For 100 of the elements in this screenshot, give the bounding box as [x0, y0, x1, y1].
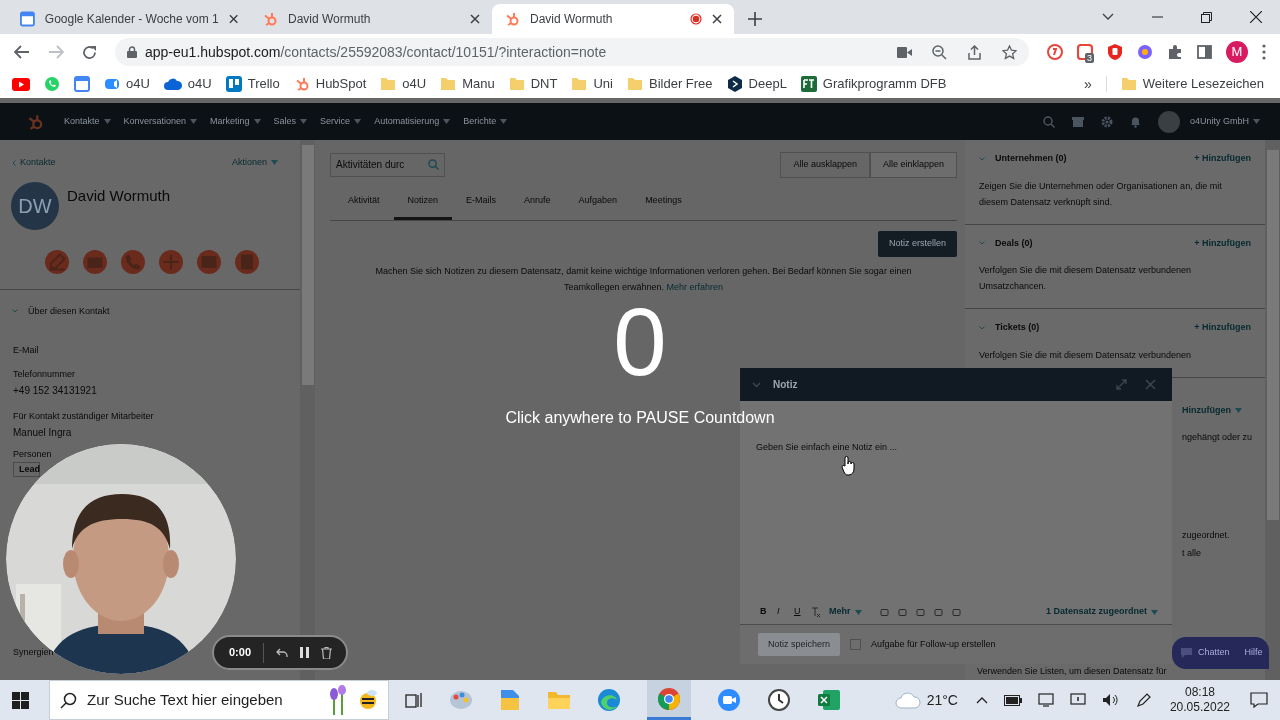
bookmark[interactable]: Bilder Free [626, 74, 713, 94]
clear-format-icon[interactable] [811, 607, 821, 617]
card-title[interactable]: Deals (0) [995, 236, 1033, 250]
pen-icon[interactable] [1135, 692, 1152, 708]
scrollbar-thumb[interactable] [301, 145, 314, 385]
chrome-icon[interactable] [657, 686, 681, 711]
bookmark[interactable]: DNT [508, 74, 558, 94]
bookmark[interactable]: Manu [440, 74, 495, 94]
windows-icon[interactable] [12, 691, 29, 709]
collapse-button[interactable]: Alle einklappen [869, 152, 957, 178]
bookmark[interactable]: Trello [225, 74, 280, 94]
scrollbar-thumb[interactable] [1266, 150, 1279, 520]
nav-menu[interactable]: Marketing [210, 114, 261, 129]
clock-date[interactable]: 20.05.2022 [1169, 700, 1230, 715]
battery-icon[interactable] [1003, 694, 1022, 706]
countdown-hint[interactable]: Click anywhere to PAUSE Countdown [480, 408, 800, 428]
chevron-up-icon[interactable] [975, 696, 988, 704]
bookmark[interactable]: o4U [163, 74, 212, 94]
close-icon[interactable] [712, 14, 722, 24]
network-icon[interactable] [1069, 693, 1086, 707]
nav-menu[interactable]: Service [320, 114, 362, 129]
extension-icon[interactable] [1137, 44, 1153, 60]
play-icon[interactable] [12, 77, 30, 91]
settings-icon[interactable] [1100, 115, 1113, 128]
more-menu[interactable]: Mehr [829, 605, 862, 619]
more-bookmarks-button[interactable]: » [1084, 73, 1092, 95]
cloud-icon[interactable] [894, 691, 921, 709]
close-icon[interactable] [470, 14, 480, 24]
format-button[interactable]: U [794, 605, 811, 619]
search-icon[interactable] [1042, 115, 1055, 128]
status-select[interactable]: Lead [13, 462, 40, 477]
file-icon[interactable] [499, 688, 521, 712]
restore-icon[interactable] [1201, 11, 1212, 23]
clock-time[interactable]: 08:18 [1184, 685, 1215, 700]
profile-avatar[interactable]: M [1226, 41, 1248, 63]
pause-icon[interactable] [300, 647, 310, 658]
pencil-icon[interactable] [45, 249, 69, 274]
checkbox-label[interactable]: Aufgabe für Follow-up erstellen [871, 637, 996, 652]
phone-bubble-icon[interactable] [44, 76, 60, 92]
calendar-icon[interactable] [235, 249, 259, 274]
chevron-left-icon[interactable] [12, 159, 16, 166]
task-view-icon[interactable] [405, 692, 423, 708]
star-icon[interactable] [1002, 44, 1017, 60]
nav-menu[interactable]: Berichte [463, 114, 508, 129]
search-field[interactable]: Aktivitäten durc [330, 152, 445, 177]
close-icon[interactable] [1250, 11, 1262, 23]
activity-tab[interactable]: E-Mails [452, 185, 511, 220]
clock-icon[interactable] [767, 688, 791, 712]
trash-icon[interactable] [321, 646, 333, 659]
collapse-button[interactable]: Alle ausklappen [780, 152, 870, 178]
zoom-out-icon[interactable] [932, 44, 947, 60]
sprocket-logo-icon[interactable] [26, 112, 44, 131]
bookmark[interactable]: Uni [571, 74, 613, 94]
store-icon[interactable] [1071, 115, 1084, 128]
notification-icon[interactable] [1250, 692, 1268, 708]
checkbox[interactable] [850, 639, 862, 650]
create-note-button[interactable]: Notiz erstellen [877, 231, 957, 257]
back-icon[interactable] [14, 45, 30, 59]
section-title[interactable]: Über diesen Kontakt [28, 304, 110, 318]
reload-icon[interactable] [82, 44, 97, 60]
associations-menu[interactable]: 1 Datensatz zugeordnet [1045, 605, 1158, 619]
video-camera-icon[interactable] [717, 688, 741, 712]
activity-tab[interactable]: Aktivität [334, 185, 394, 220]
more-icon[interactable] [1262, 44, 1266, 60]
expand-icon[interactable] [1116, 379, 1127, 390]
format-button[interactable]: I [777, 605, 794, 619]
countdown-number[interactable]: 0 [605, 298, 675, 386]
nav-menu[interactable]: Sales [273, 114, 308, 129]
extension-icon[interactable] [1047, 44, 1063, 60]
card-title[interactable]: Unternehmen (0) [995, 152, 1067, 166]
envelope-icon[interactable] [83, 249, 107, 274]
side-panel-icon[interactable] [1197, 45, 1212, 59]
window-icon[interactable] [197, 249, 221, 274]
bookmark-folder[interactable]: Weitere Lesezeichen [1120, 74, 1264, 94]
bookmark[interactable]: o4U [104, 74, 150, 94]
speaker-icon[interactable] [1101, 693, 1120, 707]
browser-tab[interactable]: David Wormuth [492, 4, 734, 34]
puzzle-icon[interactable] [1167, 44, 1183, 60]
close-icon[interactable] [228, 14, 238, 24]
activity-tab[interactable]: Anrufe [510, 185, 565, 220]
nav-menu[interactable]: Kontakte [64, 114, 111, 129]
calendar-icon[interactable] [74, 76, 90, 92]
avatar[interactable] [1157, 110, 1180, 133]
phone-icon[interactable] [121, 249, 145, 274]
card-title[interactable]: Tickets (0) [995, 321, 1040, 335]
spreadsheet-icon[interactable] [817, 689, 841, 711]
format-button[interactable]: B [760, 605, 777, 619]
plus-icon[interactable] [159, 249, 183, 274]
forward-icon[interactable] [48, 45, 64, 59]
activity-tab[interactable]: Meetings [631, 185, 696, 220]
account-menu[interactable]: o4Unity GmbH [1189, 114, 1260, 129]
bookmark[interactable]: o4U [380, 74, 427, 94]
activity-tab[interactable]: Notizen [393, 185, 453, 220]
bookmark[interactable]: HubSpot [293, 74, 367, 94]
bookmark[interactable]: DeepL [726, 74, 787, 94]
share-icon[interactable] [967, 44, 982, 60]
display-icon[interactable] [1037, 693, 1054, 707]
shield-icon[interactable] [1107, 44, 1123, 60]
chat-widget[interactable]: Chatten Hilfe [1172, 637, 1269, 669]
bookmark[interactable]: Grafikprogramm DFB [800, 74, 947, 94]
